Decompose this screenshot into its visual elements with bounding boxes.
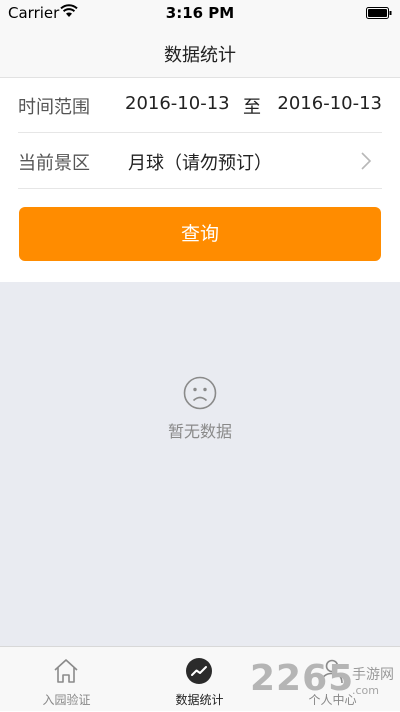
battery-icon	[366, 7, 392, 19]
query-form: 时间范围 2016-10-13 至 2016-10-13 当前景区 月球（请勿预…	[0, 78, 400, 282]
query-button[interactable]: 查询	[19, 207, 381, 261]
tab-label: 数据统计	[175, 693, 224, 707]
watermark-text: 手游网	[352, 667, 394, 683]
end-date-field[interactable]: 2016-10-13	[277, 93, 382, 114]
status-time: 3:16 PM	[165, 4, 235, 22]
watermark-logo: 2265 手游网 .com	[250, 656, 398, 708]
time-range-row[interactable]: 时间范围 2016-10-13 至 2016-10-13	[18, 78, 382, 133]
empty-state-text: 暂无数据	[167, 422, 232, 441]
chevron-right-icon	[361, 152, 372, 170]
watermark-domain: .com	[352, 684, 379, 697]
navigation-bar: 数据统计	[0, 28, 400, 78]
scenic-area-row[interactable]: 当前景区 月球（请勿预订）	[18, 134, 382, 189]
time-range-label: 时间范围	[18, 97, 90, 118]
tab-label: 入园验证	[42, 693, 91, 707]
watermark-number: 2265	[250, 658, 355, 699]
start-date-field[interactable]: 2016-10-13	[125, 93, 230, 114]
home-icon	[54, 659, 78, 683]
sad-face-icon	[183, 376, 217, 410]
date-separator: 至	[243, 97, 261, 118]
tab-entry-verification[interactable]: 入园验证	[0, 647, 133, 712]
scenic-area-value: 月球（请勿预订）	[128, 153, 272, 174]
chart-icon	[186, 658, 212, 684]
tab-data-statistics[interactable]: 数据统计	[133, 647, 266, 712]
page-title: 数据统计	[164, 45, 236, 66]
status-bar: Carrier 3:16 PM	[0, 0, 400, 28]
results-area: 暂无数据	[0, 282, 400, 646]
